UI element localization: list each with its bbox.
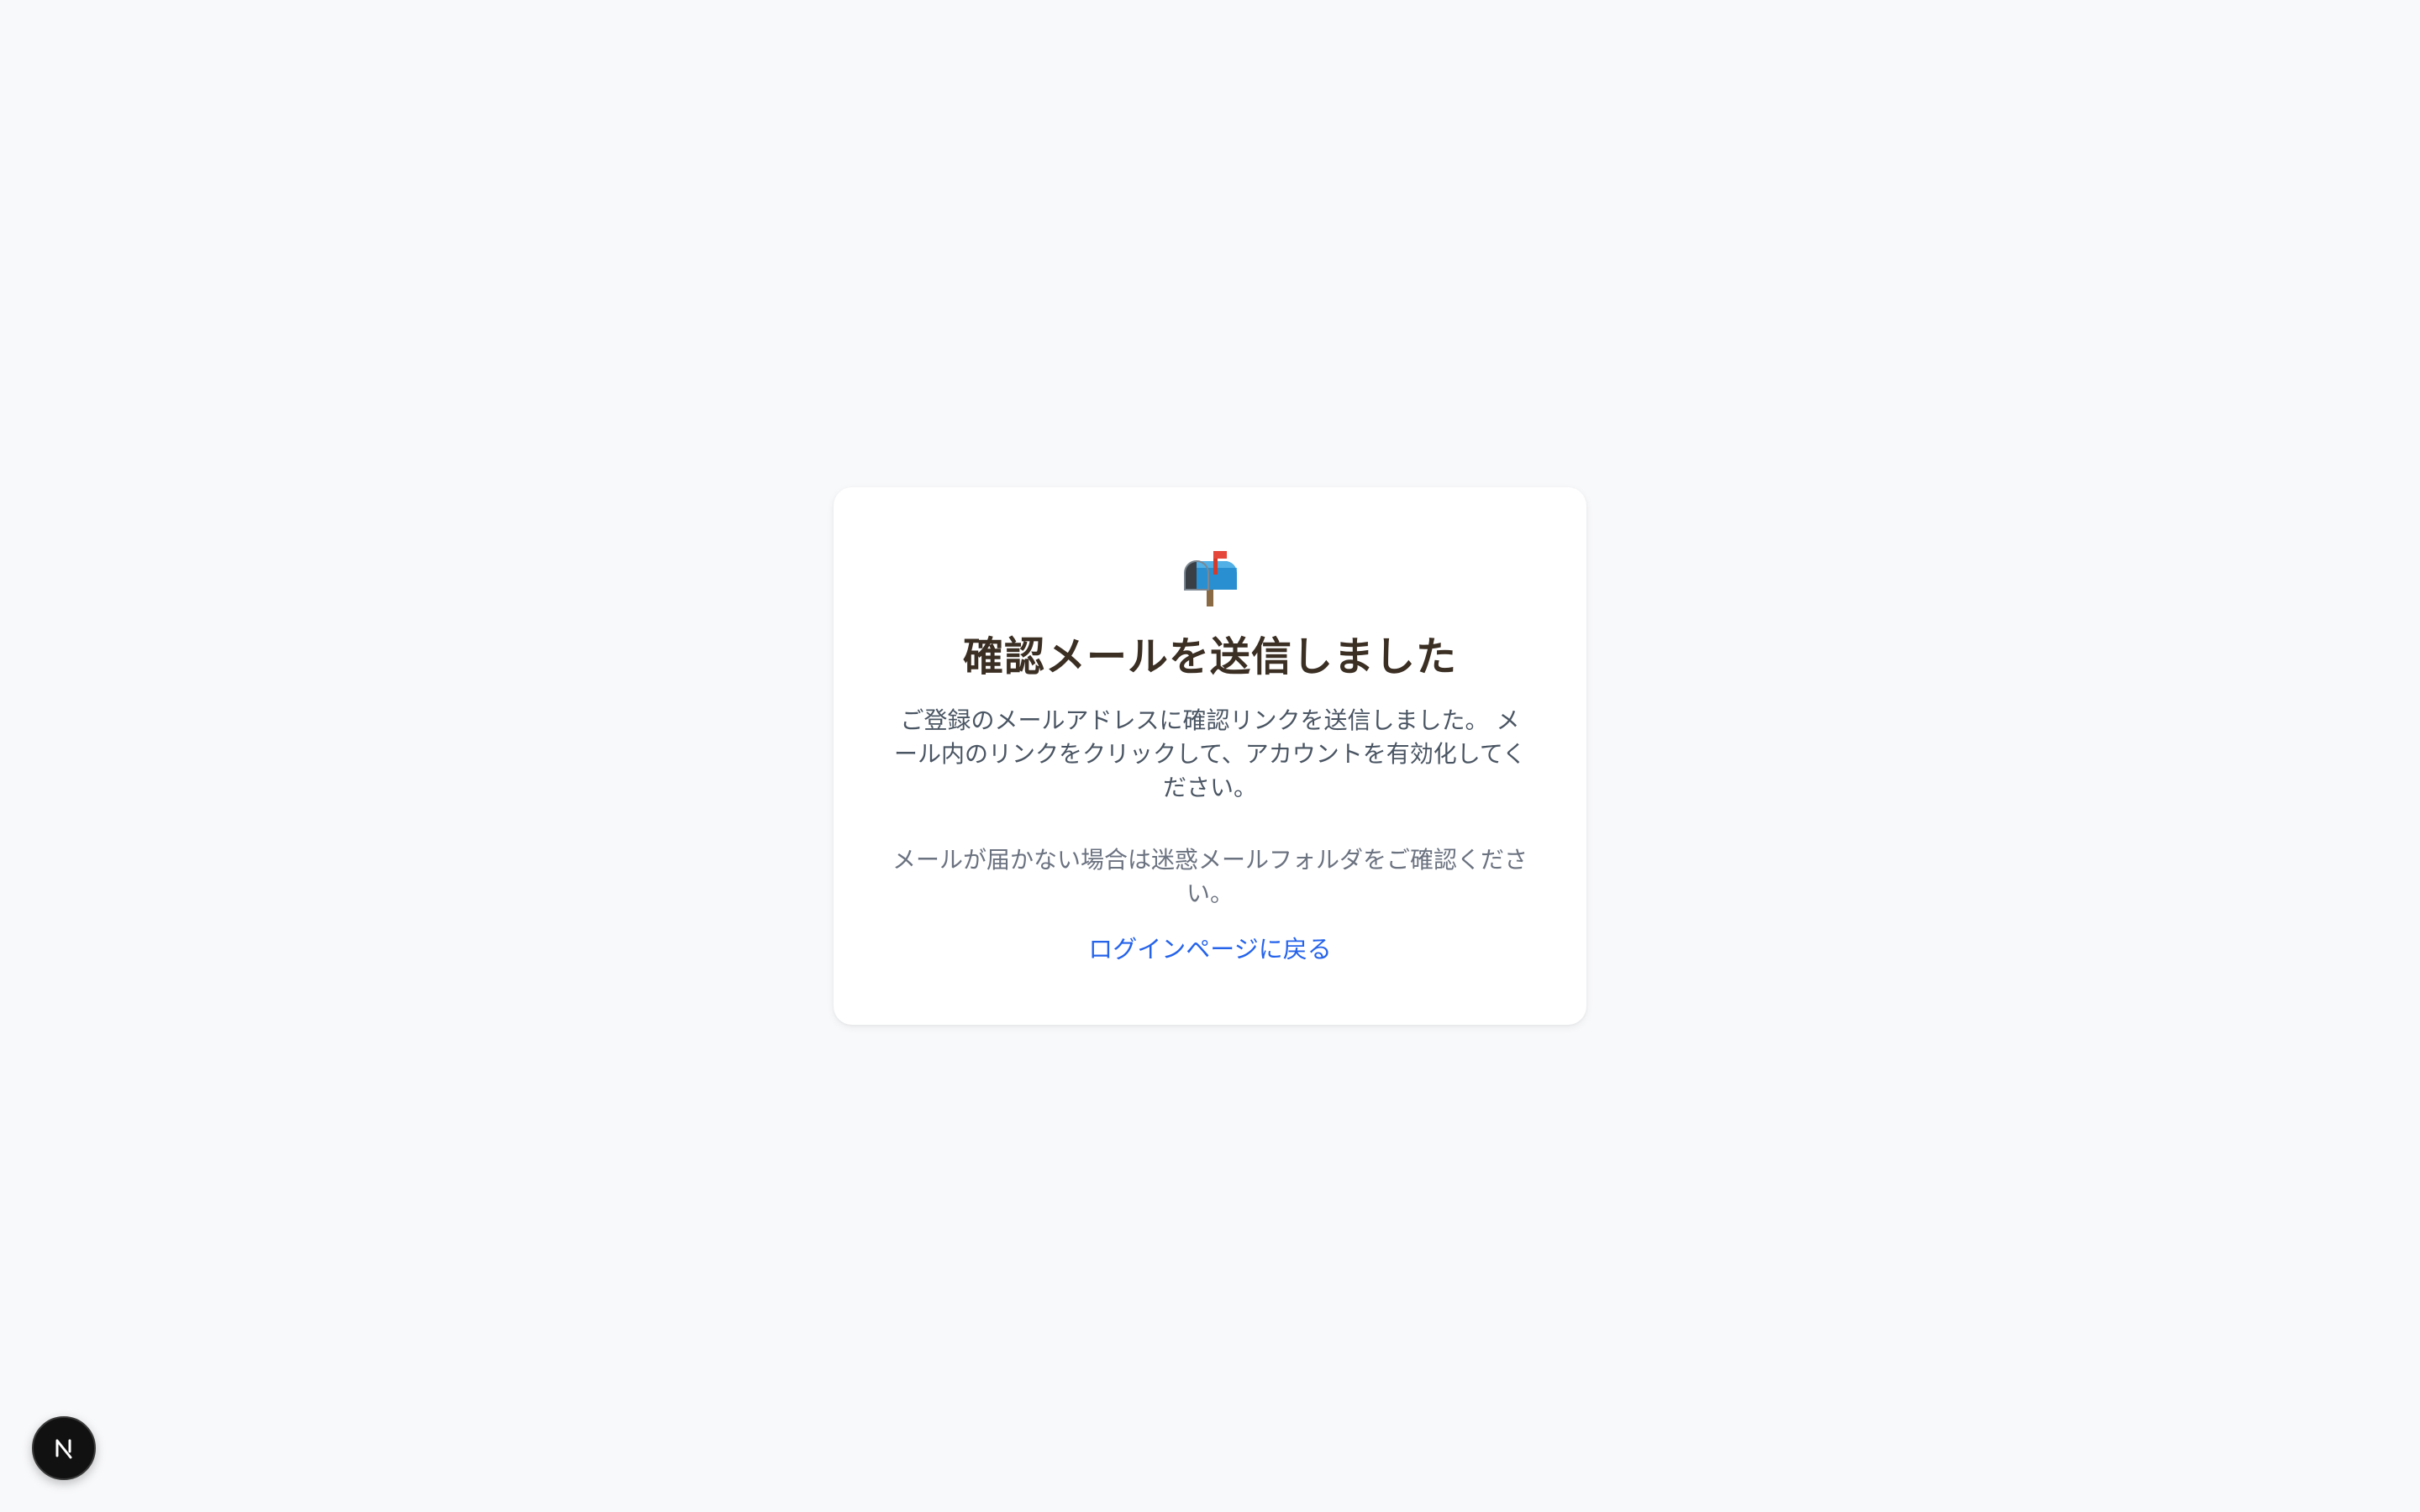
confirmation-card: 確認メールを送信しました ご登録のメールアドレスに確認リンクを送信しました。 メ… [834, 487, 1586, 1025]
nextjs-logo-icon [55, 1439, 72, 1459]
page-title: 確認メールを送信しました [962, 633, 1457, 680]
back-to-login-link[interactable]: ログインページに戻る [834, 932, 1586, 966]
page: 確認メールを送信しました ご登録のメールアドレスに確認リンクを送信しました。 メ… [0, 0, 2420, 1512]
confirmation-description: ご登録のメールアドレスに確認リンクを送信しました。 メール内のリンクをクリックし… [893, 706, 1527, 801]
mailbox-icon [1184, 551, 1237, 606]
nextjs-dev-badge[interactable] [32, 1416, 96, 1480]
spam-folder-note: メールが届かない場合は迷惑メールフォルダをご確認ください。 [892, 846, 1528, 907]
